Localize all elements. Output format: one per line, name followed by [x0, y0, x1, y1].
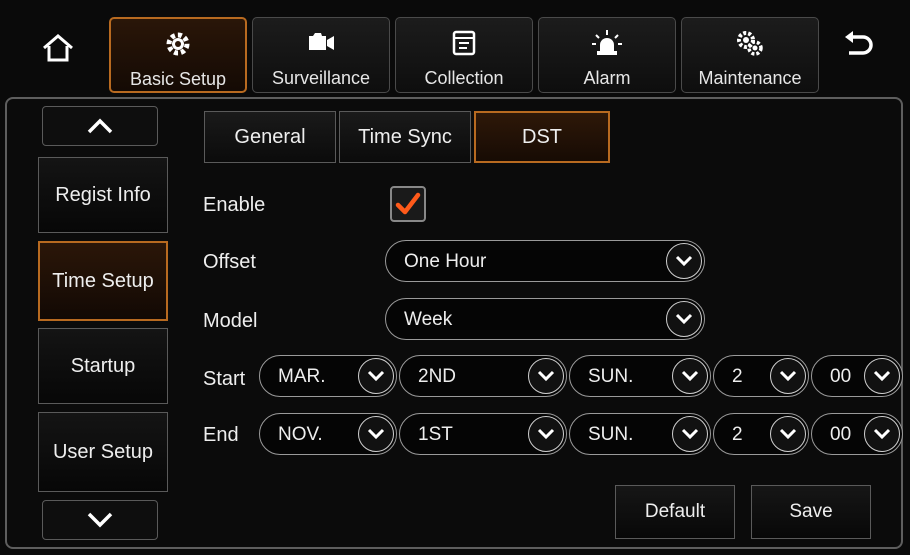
top-menu-bar: Basic Setup Surveillance Collection Alar… [10, 8, 900, 94]
home-icon [43, 34, 73, 62]
enable-label: Enable [203, 194, 266, 216]
end-month-value: NOV. [278, 424, 323, 445]
save-button-label: Save [789, 501, 833, 522]
sidebar-item-label: Startup [70, 354, 136, 377]
start-day-value: SUN. [588, 366, 634, 387]
end-day-value: SUN. [588, 424, 634, 445]
start-month-value: MAR. [278, 366, 326, 387]
sidebar-item-startup[interactable]: Startup [38, 328, 168, 404]
tab-surveillance[interactable]: Surveillance [252, 17, 390, 93]
chevron-down-icon [770, 358, 806, 394]
subtab-general[interactable]: General [204, 111, 336, 163]
maintenance-gears-icon [737, 31, 763, 56]
chevron-down-icon [666, 243, 702, 279]
subtab-dst[interactable]: DST [474, 111, 610, 163]
start-minute-value: 00 [830, 366, 852, 387]
end-hour-value: 2 [732, 424, 743, 445]
chevron-down-icon [666, 301, 702, 337]
sidebar-item-label: User Setup [52, 440, 154, 463]
start-minute-select[interactable]: 00 [811, 355, 903, 397]
tab-alarm[interactable]: Alarm [538, 17, 676, 93]
back-button[interactable] [838, 26, 878, 66]
chevron-down-icon [528, 416, 564, 452]
model-label: Model [203, 310, 258, 332]
chevron-down-icon [358, 416, 394, 452]
start-hour-select[interactable]: 2 [713, 355, 809, 397]
start-month-select[interactable]: MAR. [259, 355, 397, 397]
tab-basic-setup[interactable]: Basic Setup [109, 17, 247, 93]
sidebar-scroll-up-button[interactable] [42, 106, 158, 146]
sidebar-item-user-setup[interactable]: User Setup [38, 412, 168, 492]
end-week-value: 1ST [418, 424, 453, 445]
dvr-settings-screen: Basic Setup Surveillance Collection Alar… [0, 0, 910, 555]
chevron-down-icon [358, 358, 394, 394]
offset-select[interactable]: One Hour [385, 240, 705, 282]
chevron-down-icon [864, 416, 900, 452]
sidebar-item-regist-info[interactable]: Regist Info [38, 157, 168, 233]
model-value: Week [404, 309, 453, 330]
end-month-select[interactable]: NOV. [259, 413, 397, 455]
tab-label: Maintenance [698, 68, 802, 88]
sidebar-item-label: Regist Info [55, 183, 151, 206]
chevron-down-icon [672, 416, 708, 452]
subtab-time-sync[interactable]: Time Sync [339, 111, 471, 163]
subtab-label: General [234, 125, 306, 148]
subtab-label: Time Sync [358, 125, 452, 148]
sidebar-scroll-down-button[interactable] [42, 500, 158, 540]
chevron-down-icon [528, 358, 564, 394]
model-select[interactable]: Week [385, 298, 705, 340]
chevron-down-icon [864, 358, 900, 394]
tab-maintenance[interactable]: Maintenance [681, 17, 819, 93]
offset-value: One Hour [404, 251, 487, 272]
end-week-select[interactable]: 1ST [399, 413, 567, 455]
enable-checkbox[interactable] [390, 186, 426, 222]
chevron-up-icon [87, 118, 113, 134]
default-button[interactable]: Default [615, 485, 735, 539]
end-minute-value: 00 [830, 424, 852, 445]
start-week-select[interactable]: 2ND [399, 355, 567, 397]
siren-icon [592, 30, 622, 55]
home-button[interactable] [38, 28, 78, 68]
gear-icon [166, 32, 190, 56]
tab-label: Collection [424, 68, 504, 88]
chevron-down-icon [770, 416, 806, 452]
end-minute-select[interactable]: 00 [811, 413, 903, 455]
tab-label: Alarm [583, 68, 631, 88]
default-button-label: Default [644, 501, 706, 522]
end-hour-select[interactable]: 2 [713, 413, 809, 455]
end-label: End [203, 424, 239, 446]
document-icon [452, 30, 476, 56]
end-day-select[interactable]: SUN. [569, 413, 711, 455]
start-hour-value: 2 [732, 366, 743, 387]
chevron-down-icon [672, 358, 708, 394]
start-week-value: 2ND [418, 366, 457, 387]
save-button[interactable]: Save [751, 485, 871, 539]
sidebar-item-time-setup[interactable]: Time Setup [38, 241, 168, 321]
sidebar-item-label: Time Setup [52, 269, 154, 292]
offset-label: Offset [203, 251, 256, 273]
tab-label: Surveillance [271, 68, 371, 88]
start-label: Start [203, 368, 246, 390]
subtab-label: DST [522, 125, 562, 148]
back-arrow-icon [845, 31, 873, 55]
tab-label: Basic Setup [129, 69, 227, 89]
checkmark-icon [395, 192, 421, 215]
camera-icon [309, 33, 334, 50]
start-day-select[interactable]: SUN. [569, 355, 711, 397]
chevron-down-icon [87, 512, 113, 528]
tab-collection[interactable]: Collection [395, 17, 533, 93]
